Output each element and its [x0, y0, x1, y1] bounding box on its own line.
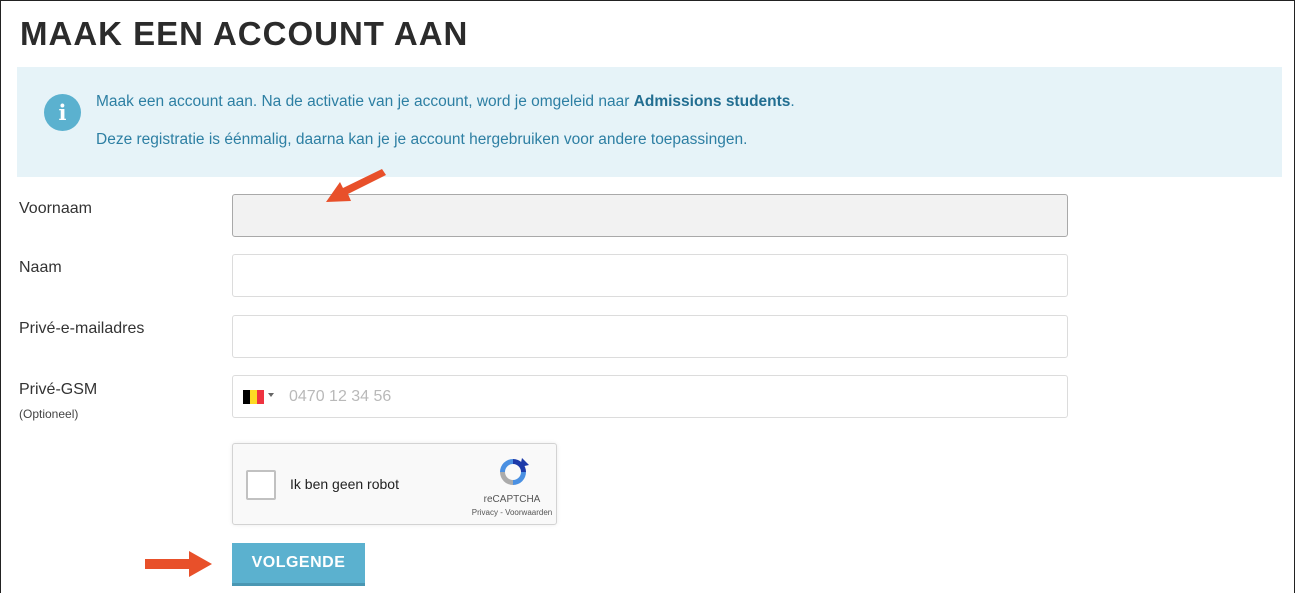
info-message-text: Maak een account aan. Na de activatie va…	[96, 93, 634, 110]
phone-optional-label: (Optioneel)	[19, 407, 79, 421]
email-input[interactable]	[232, 315, 1068, 358]
lastname-label: Naam	[19, 259, 62, 276]
belgium-flag-icon[interactable]	[243, 390, 264, 404]
phone-field[interactable]	[232, 375, 1068, 418]
caret-down-icon[interactable]	[268, 393, 274, 397]
recaptcha-brand: reCAPTCHA	[483, 494, 541, 505]
email-label: Privé-e-mailadres	[19, 320, 145, 337]
info-icon: i	[44, 94, 81, 131]
info-message-end: .	[790, 93, 795, 110]
phone-input[interactable]	[289, 376, 1059, 417]
info-message-line2: Deze registratie is éénmalig, daarna kan…	[96, 131, 748, 148]
recaptcha-logo-icon	[500, 458, 529, 485]
page-title: MAAK EEN ACCOUNT AAN	[20, 15, 469, 52]
recaptcha-privacy-terms-links[interactable]: Privacy - Voorwaarden	[455, 508, 569, 517]
firstname-label: Voornaam	[19, 200, 92, 217]
phone-label: Privé-GSM	[19, 381, 98, 398]
recaptcha-widget: Ik ben geen robot reCAPTCHA Privacy - Vo…	[232, 443, 557, 525]
recaptcha-checkbox[interactable]	[246, 470, 276, 500]
next-button[interactable]: VOLGENDE	[232, 543, 365, 586]
arrow-icon	[145, 551, 212, 577]
info-alert: i Maak een account aan. Na de activatie …	[17, 67, 1282, 177]
info-message-line1: Maak een account aan. Na de activatie va…	[96, 92, 795, 112]
lastname-input[interactable]	[232, 254, 1068, 297]
recaptcha-label: Ik ben geen robot	[290, 476, 399, 492]
admissions-students-link: Admissions students	[633, 93, 791, 110]
arrow-icon	[326, 169, 386, 202]
